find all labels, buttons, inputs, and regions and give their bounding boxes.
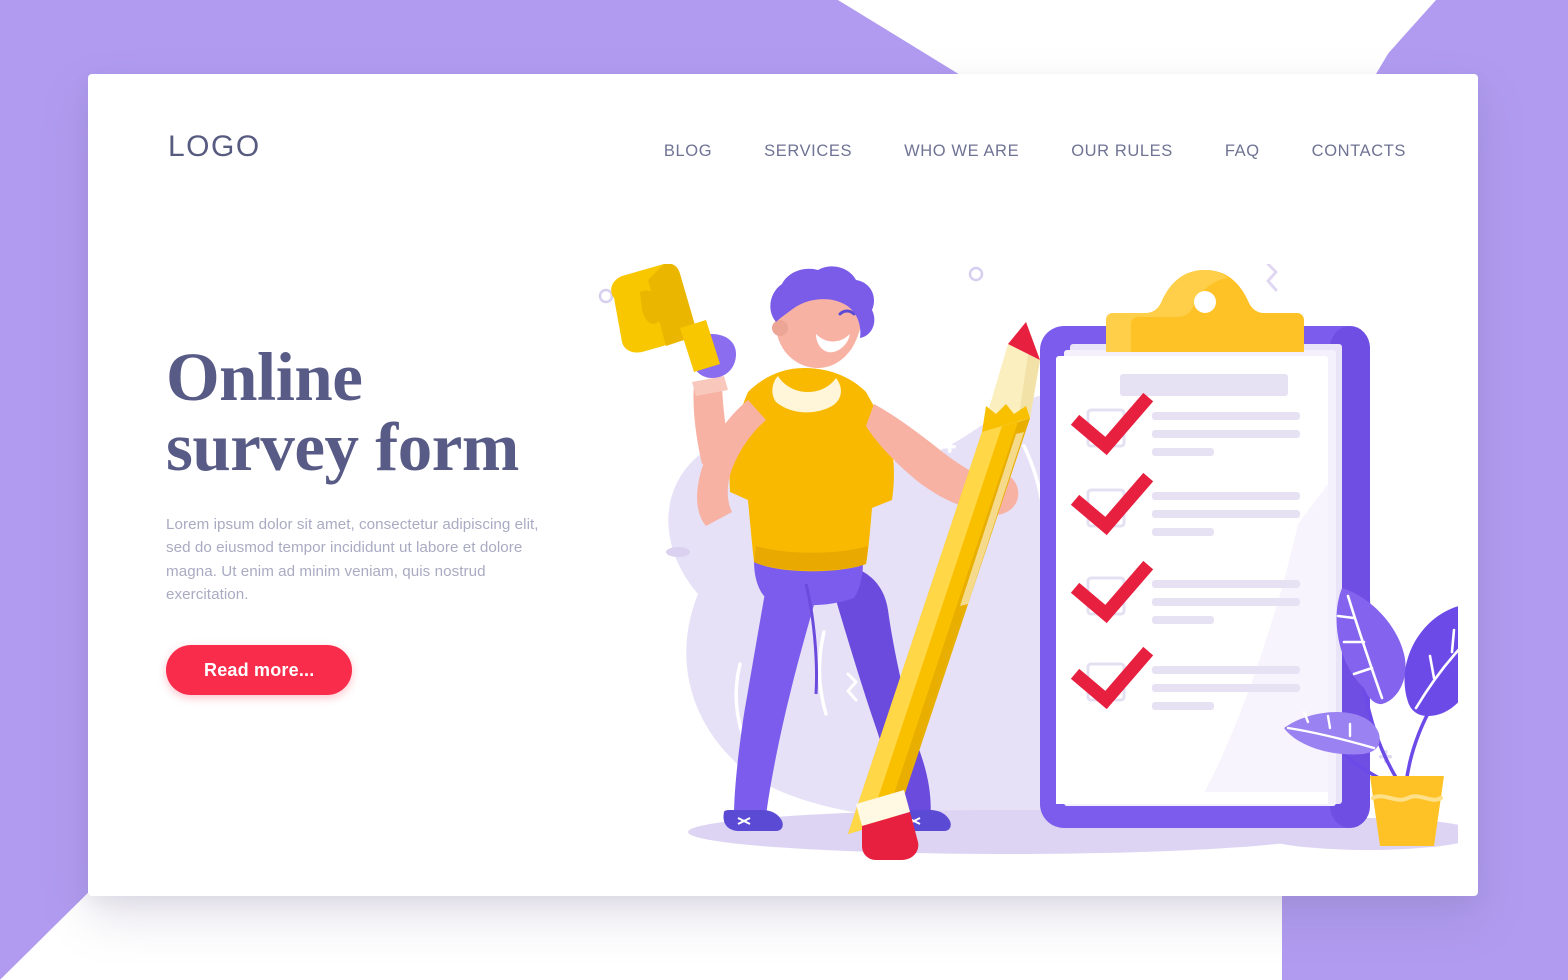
decor-zigzag-1	[590, 467, 602, 497]
character-wristband	[692, 376, 728, 396]
nav-item-our-rules[interactable]: OUR RULES	[1071, 138, 1173, 165]
nav-item-blog[interactable]: BLOG	[664, 138, 712, 165]
clipboard-line-1-2	[1152, 430, 1300, 438]
clipboard-line-3-3	[1152, 616, 1214, 624]
hero-illustration	[578, 264, 1458, 884]
megaphone-body	[680, 320, 720, 372]
clipboard-line-3-1	[1152, 580, 1300, 588]
decor-zigzag-6	[1266, 264, 1278, 292]
site-header: LOGO BLOG SERVICES WHO WE ARE OUR RULES …	[88, 74, 1478, 234]
clipboard-line-2-1	[1152, 492, 1300, 500]
clipboard-line-4-2	[1152, 684, 1300, 692]
clipboard-line-1-3	[1152, 448, 1214, 456]
nav-item-contacts[interactable]: CONTACTS	[1312, 138, 1406, 165]
character-shoe-front	[723, 810, 783, 831]
main-navigation: BLOG SERVICES WHO WE ARE OUR RULES FAQ C…	[664, 138, 1406, 165]
page-title-line-2: survey form	[166, 409, 519, 486]
clipboard-line-2-2	[1152, 510, 1300, 518]
hero-copy: Online survey form Lorem ipsum dolor sit…	[166, 342, 636, 695]
nav-item-services[interactable]: SERVICES	[764, 138, 852, 165]
decor-zigzag-3	[646, 622, 658, 652]
clipboard-line-4-1	[1152, 666, 1300, 674]
page-root: LOGO BLOG SERVICES WHO WE ARE OUR RULES …	[0, 0, 1568, 980]
nav-item-faq[interactable]: FAQ	[1225, 138, 1260, 165]
plant-pot	[1370, 776, 1444, 846]
clip-hole	[1194, 291, 1216, 313]
decor-cross-3	[697, 732, 710, 745]
hero-paragraph: Lorem ipsum dolor sit amet, consectetur …	[166, 515, 539, 604]
illustration-svg	[584, 264, 1458, 860]
clipboard-line-2-3	[1152, 528, 1214, 536]
clipboard-title-line	[1120, 374, 1288, 396]
logo[interactable]: LOGO	[168, 130, 261, 164]
clipboard-line-3-2	[1152, 598, 1300, 606]
nav-item-who-we-are[interactable]: WHO WE ARE	[904, 138, 1019, 165]
page-title: Online survey form	[166, 342, 636, 483]
clipboard-paper-bottom-edge	[1056, 792, 1328, 804]
decor-zigzag-2	[584, 690, 596, 720]
character-ear	[772, 320, 788, 336]
landing-card: LOGO BLOG SERVICES WHO WE ARE OUR RULES …	[88, 74, 1478, 896]
page-title-line-1: Online	[166, 339, 363, 415]
megaphone	[611, 264, 720, 372]
read-more-button[interactable]: Read more...	[166, 645, 353, 695]
decor-pill-1	[666, 547, 690, 557]
clipboard-clip	[1106, 270, 1304, 352]
clipboard-line-1-1	[1152, 412, 1300, 420]
decor-ring-1	[598, 288, 614, 304]
clipboard-line-4-3	[1152, 702, 1214, 710]
decor-ring-2	[968, 266, 984, 282]
